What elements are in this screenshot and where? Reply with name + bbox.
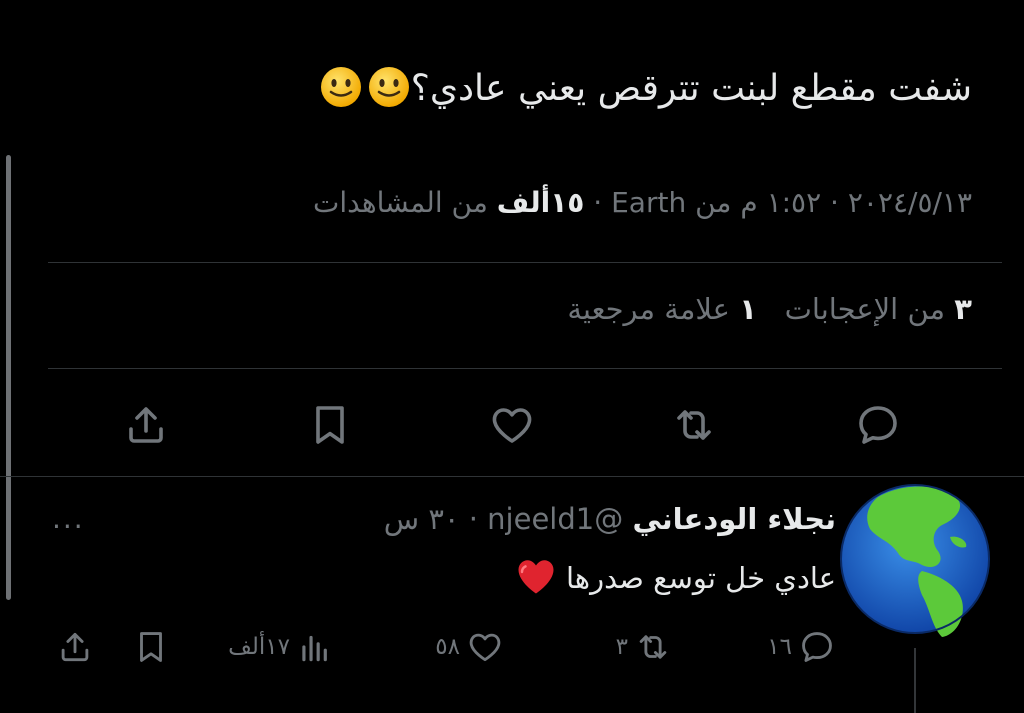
separator: ·	[593, 186, 603, 219]
more-options-button[interactable]: ···	[52, 510, 85, 543]
tweet-date[interactable]: ٢٠٢٤/٥/١٣	[848, 186, 972, 219]
reply-reply-button[interactable]: ١٦	[767, 624, 836, 670]
retweet-icon	[677, 410, 711, 440]
like-icon	[492, 408, 532, 443]
reply-like-button[interactable]: ٥٨	[435, 624, 504, 670]
replies-count: ١٦	[767, 634, 792, 660]
share-icon	[61, 632, 89, 662]
tweet-meta: ٢٠٢٤/٥/١٣ · ١:٥٢ م من Earth · ١٥ألف من ا…	[313, 186, 972, 219]
retweet-icon	[639, 635, 667, 659]
reply-display-name[interactable]: نجلاء الودعاني	[632, 502, 836, 536]
reply-icon	[859, 406, 897, 444]
views-icon	[302, 635, 327, 662]
reply-header: نجلاء الودعاني @njeeld1 · ٣٠ س	[384, 502, 836, 536]
bookmark-button[interactable]	[300, 395, 360, 455]
retweet-button[interactable]	[664, 395, 724, 455]
smiling-face-emoji-icon	[368, 67, 409, 107]
reply-bookmark-button[interactable]	[132, 624, 170, 670]
scrollbar-thumb[interactable]	[6, 155, 11, 600]
reply-button[interactable]	[848, 395, 908, 455]
share-icon	[129, 407, 163, 443]
bookmark-icon	[316, 406, 344, 444]
like-icon	[469, 633, 501, 662]
reply-handle[interactable]: @njeeld1	[487, 502, 623, 536]
tweet-source: من Earth	[611, 186, 732, 219]
likes-stat[interactable]: ٣ من الإعجابات	[785, 292, 972, 326]
likes-label: من الإعجابات	[784, 292, 946, 326]
views-count: ١٧ألف	[228, 634, 290, 660]
reply-icon	[802, 632, 832, 662]
views-count: ١٥ألف	[496, 186, 585, 219]
bookmark-icon	[140, 632, 162, 662]
reply-views-button[interactable]: ١٧ألف	[228, 624, 334, 670]
views-label: من المشاهدات	[313, 186, 488, 219]
reply-retweet-button[interactable]: ٣	[616, 624, 672, 670]
reply-time[interactable]: ٣٠ س	[384, 502, 460, 536]
tweet-time[interactable]: ١:٥٢ م	[740, 186, 821, 219]
tweet-body: شفت مقطع لبنت تترقص يعني عادي؟	[410, 68, 972, 109]
likes-count: ٥٨	[435, 634, 460, 660]
bookmarks-stat[interactable]: ١ علامة مرجعية	[567, 292, 757, 326]
tweet-text: شفت مقطع لبنت تترقص يعني عادي؟	[315, 62, 972, 116]
reply-share-button[interactable]	[56, 624, 94, 670]
share-button[interactable]	[116, 395, 176, 455]
separator: ·	[468, 502, 478, 536]
red-heart-emoji-icon	[518, 560, 554, 594]
retweets-count: ٣	[615, 634, 628, 660]
like-button[interactable]	[482, 395, 542, 455]
more-icon: ···	[52, 510, 85, 543]
thread-line	[914, 648, 916, 713]
avatar[interactable]	[838, 467, 992, 651]
reply-text: عادي خل توسع صدرها	[511, 556, 836, 596]
likes-count: ٣	[954, 292, 972, 326]
reply-body: عادي خل توسع صدرها	[565, 561, 836, 595]
separator: ·	[830, 186, 839, 219]
bookmarks-label: علامة مرجعية	[567, 292, 730, 326]
smiling-face-emoji-icon	[320, 67, 361, 107]
tweet-stats: ٣ من الإعجابات ١ علامة مرجعية	[567, 292, 972, 326]
divider	[48, 262, 1002, 263]
bookmarks-count: ١	[739, 292, 757, 326]
divider	[48, 368, 1002, 369]
